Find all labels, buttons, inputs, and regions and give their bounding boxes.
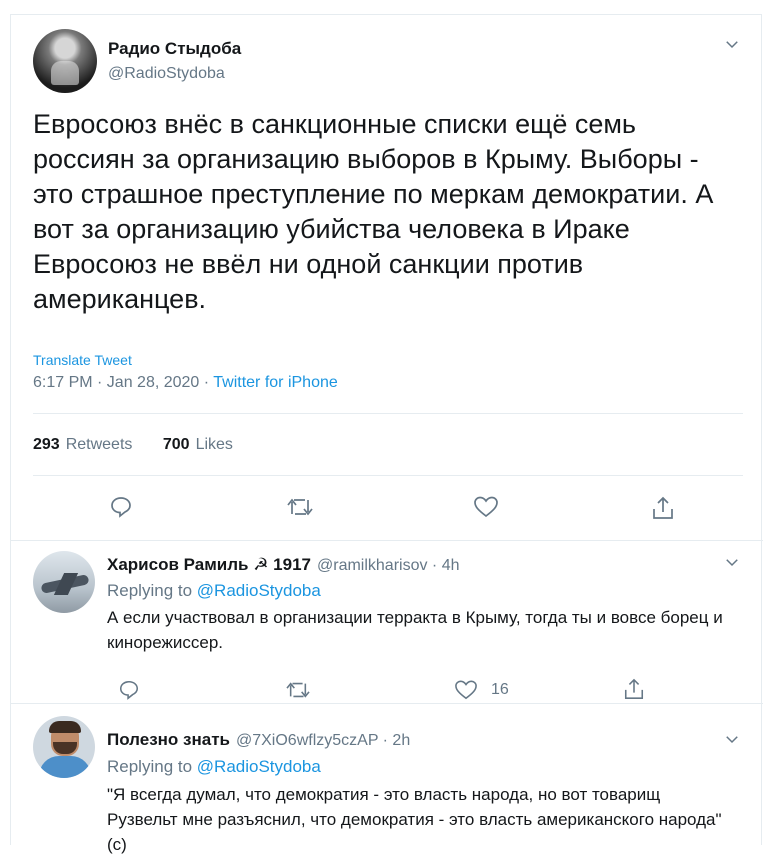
like-count: 16 [491,681,509,698]
chevron-down-icon[interactable] [723,730,741,748]
likes-stat[interactable]: 700 Likes [163,436,233,453]
tweet-meta: 6:17 PM · Jan 28, 2020 · Twitter for iPh… [33,374,338,392]
tweet-thread: Радио Стыдоба @RadioStydoba Евросоюз внё… [10,14,763,854]
reply-text: А если участвовал в организации терракта… [107,608,723,652]
tweet-timestamp[interactable]: 6:17 PM · Jan 28, 2020 · [33,374,213,391]
chevron-down-icon[interactable] [723,35,741,53]
author-handle[interactable]: @RadioStydoba [108,65,225,83]
divider [33,475,743,476]
replying-to: Replying to @RadioStydoba [107,581,321,600]
retweet-icon[interactable] [286,495,314,519]
like-icon[interactable] [454,679,478,701]
tweet-stats: 293 Retweets 700 Likes [33,436,233,454]
reply-icon[interactable] [109,495,133,519]
reply-avatar[interactable] [33,551,95,613]
reply-icon[interactable] [118,679,140,701]
like-icon[interactable] [473,495,499,519]
share-icon[interactable] [651,495,675,521]
replying-to-link[interactable]: @RadioStydoba [197,757,321,776]
author-avatar[interactable] [33,29,97,93]
reply-avatar[interactable] [33,716,95,778]
replying-to: Replying to @RadioStydoba [107,757,321,776]
retweets-stat[interactable]: 293 Retweets [33,436,132,453]
replying-to-link[interactable]: @RadioStydoba [197,581,321,600]
translate-tweet-link[interactable]: Translate Tweet [33,352,132,368]
tweet-source[interactable]: Twitter for iPhone [213,374,338,391]
reply-author[interactable]: Полезно знать @7XiO6wflzy5czAP · 2h [107,730,410,750]
author-name[interactable]: Радио Стыдоба [108,39,241,59]
share-icon[interactable] [623,677,645,701]
retweet-icon[interactable] [285,679,311,701]
tweet-text: Евросоюз внёс в санкционные списки ещё с… [33,109,714,314]
reply-tweet[interactable]: Полезно знать @7XiO6wflzy5czAP · 2h Reply… [11,704,763,854]
reply-tweet[interactable]: Харисов Рамиль ☭ 1917 @ramilkharisov · 4h… [11,541,763,701]
reply-text: "Я всегда думал, что демократия - это вл… [107,785,722,854]
divider [33,413,743,414]
main-tweet: Радио Стыдоба @RadioStydoba Евросоюз внё… [11,15,763,540]
chevron-down-icon[interactable] [723,553,741,571]
reply-author[interactable]: Харисов Рамиль ☭ 1917 @ramilkharisov · 4h [107,555,460,575]
